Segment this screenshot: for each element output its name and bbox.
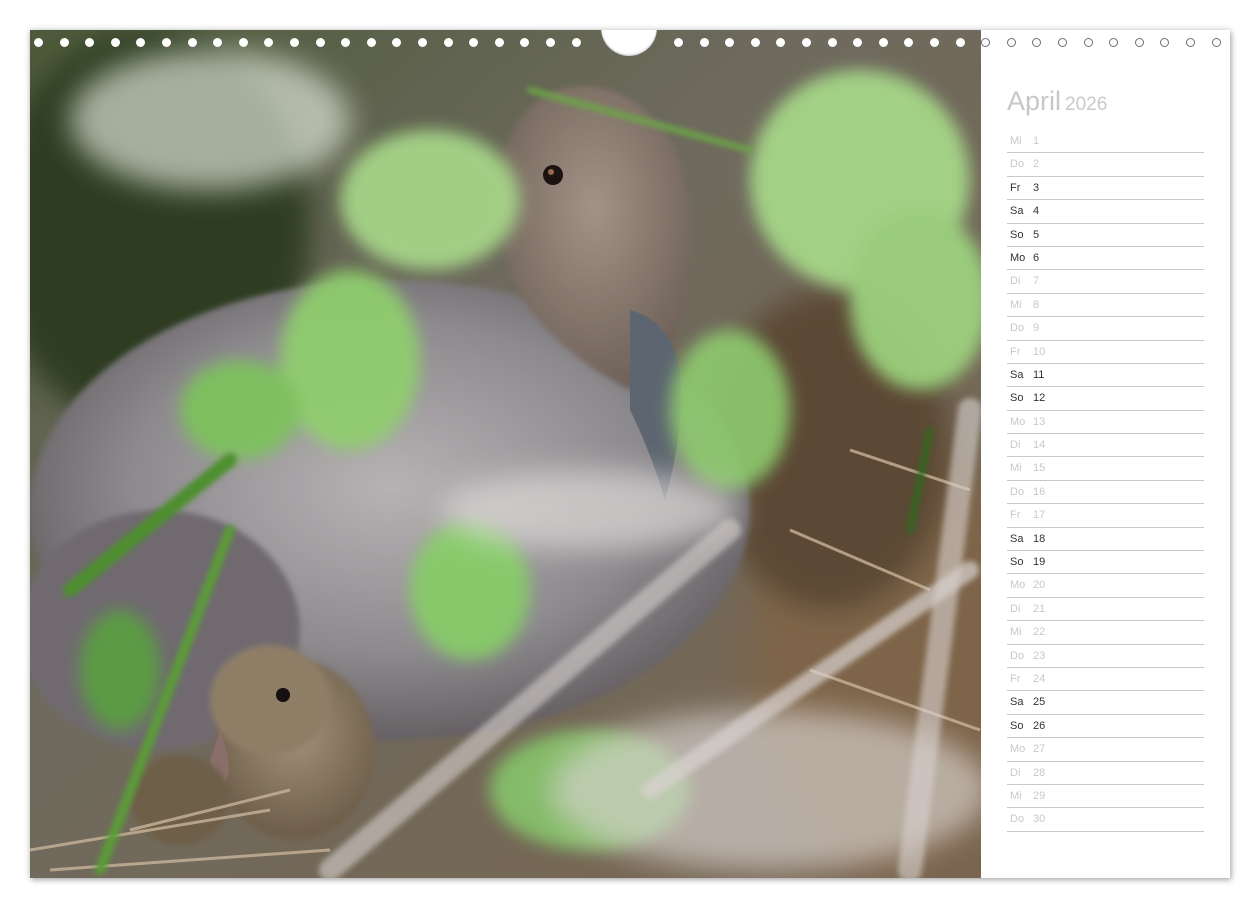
day-number: 7	[1033, 275, 1040, 288]
calendar-page: April 2026 Mi 1 Do 2 Fr 3 Sa 4 So 5 Mo 6 Di 7 Mi 8 Do 9 Fr 1…	[30, 30, 1230, 878]
day-number: 4	[1033, 205, 1040, 218]
day-row: Fr 3	[1007, 177, 1204, 201]
weekday-label: Di	[1010, 766, 1021, 779]
day-list: Mi 1 Do 2 Fr 3 Sa 4 So 5 Mo 6 Di 7 Mi 8 Do 9 Fr 10 Sa 11 So 12 M…	[1007, 130, 1204, 832]
weekday-label: Sa	[1010, 532, 1024, 545]
day-number: 27	[1033, 743, 1046, 756]
day-row: Sa 18	[1007, 528, 1204, 552]
day-row: So 26	[1007, 715, 1204, 739]
weekday-label: Mo	[1010, 415, 1026, 428]
day-number: 5	[1033, 228, 1040, 241]
day-row: Sa 25	[1007, 691, 1204, 715]
day-number: 9	[1033, 322, 1040, 335]
weekday-label: Fr	[1010, 345, 1021, 358]
weekday-label: Mi	[1010, 135, 1022, 147]
day-number: 16	[1033, 485, 1046, 498]
day-number: 11	[1033, 368, 1045, 381]
weekday-label: Do	[1010, 158, 1025, 171]
day-row: Mi 22	[1007, 621, 1204, 645]
month-title: April 2026	[1007, 86, 1107, 117]
weekday-label: Di	[1010, 602, 1021, 615]
day-number: 1	[1033, 135, 1040, 147]
day-row: Fr 17	[1007, 504, 1204, 528]
duck-with-duckling-photo	[30, 30, 981, 878]
day-row: Do 9	[1007, 317, 1204, 341]
day-row: Sa 11	[1007, 364, 1204, 388]
day-number: 10	[1033, 345, 1046, 358]
day-number: 14	[1033, 439, 1046, 452]
weekday-label: Do	[1010, 813, 1025, 826]
weekday-label: So	[1010, 392, 1024, 405]
weekday-label: Mi	[1010, 626, 1022, 639]
day-row: Fr 10	[1007, 341, 1204, 364]
weekday-label: Mi	[1010, 789, 1022, 802]
weekday-label: Mi	[1010, 298, 1022, 311]
day-row: Mi 1	[1007, 130, 1204, 154]
day-row: Mi 29	[1007, 785, 1204, 809]
day-row: So 12	[1007, 387, 1204, 411]
weekday-label: So	[1010, 556, 1024, 569]
day-number: 12	[1033, 392, 1046, 405]
day-number: 30	[1033, 813, 1046, 826]
day-row: So 19	[1007, 551, 1204, 575]
year: 2026	[1065, 94, 1108, 115]
day-row: Di 21	[1007, 598, 1204, 622]
weekday-label: Do	[1010, 322, 1025, 335]
weekday-label: Do	[1010, 485, 1025, 498]
day-row: Mi 8	[1007, 294, 1204, 318]
day-number: 19	[1033, 556, 1046, 569]
day-row: Do 16	[1007, 481, 1204, 505]
day-row: Di 7	[1007, 270, 1204, 294]
weekday-label: Sa	[1010, 696, 1024, 709]
day-number: 23	[1033, 649, 1046, 662]
weekday-label: So	[1010, 228, 1024, 241]
weekday-label: Mo	[1010, 251, 1026, 264]
day-number: 17	[1033, 509, 1046, 522]
weekday-label: Do	[1010, 649, 1025, 662]
day-number: 21	[1033, 602, 1046, 615]
weekday-label: Fr	[1010, 181, 1021, 194]
day-number: 22	[1033, 626, 1046, 639]
day-number: 13	[1033, 415, 1046, 428]
weekday-label: Sa	[1010, 368, 1024, 381]
day-number: 18	[1033, 532, 1046, 545]
day-row: Mo 20	[1007, 574, 1204, 598]
weekday-label: Fr	[1010, 509, 1021, 522]
weekday-label: Mo	[1010, 743, 1026, 756]
day-row: Fr 24	[1007, 668, 1204, 692]
day-row: Do 23	[1007, 645, 1204, 668]
day-number: 26	[1033, 719, 1046, 732]
month-name: April	[1007, 86, 1062, 116]
weekday-label: Sa	[1010, 205, 1024, 218]
day-row: Mo 6	[1007, 247, 1204, 271]
day-row: Do 2	[1007, 153, 1204, 177]
day-row: Mi 15	[1007, 457, 1204, 481]
day-number: 24	[1033, 672, 1046, 685]
day-number: 3	[1033, 181, 1040, 194]
day-row: Sa 4	[1007, 200, 1204, 224]
calendar-panel: April 2026 Mi 1 Do 2 Fr 3 Sa 4 So 5 Mo 6 Di 7 Mi 8 Do 9 Fr 1…	[981, 30, 1230, 878]
day-row: Di 28	[1007, 762, 1204, 785]
day-row: Mo 27	[1007, 738, 1204, 762]
weekday-label: Mi	[1010, 462, 1022, 475]
day-number: 2	[1033, 158, 1040, 171]
day-number: 28	[1033, 766, 1046, 779]
day-number: 15	[1033, 462, 1046, 475]
day-row: Do 30	[1007, 808, 1204, 832]
weekday-label: Di	[1010, 439, 1021, 452]
day-number: 29	[1033, 789, 1046, 802]
day-row: So 5	[1007, 224, 1204, 247]
weekday-label: So	[1010, 719, 1024, 732]
day-row: Mo 13	[1007, 411, 1204, 435]
day-number: 8	[1033, 298, 1040, 311]
day-number: 25	[1033, 696, 1046, 709]
day-row: Di 14	[1007, 434, 1204, 458]
weekday-label: Mo	[1010, 579, 1026, 592]
weekday-label: Fr	[1010, 672, 1021, 685]
day-number: 20	[1033, 579, 1046, 592]
weekday-label: Di	[1010, 275, 1021, 288]
day-number: 6	[1033, 251, 1040, 264]
